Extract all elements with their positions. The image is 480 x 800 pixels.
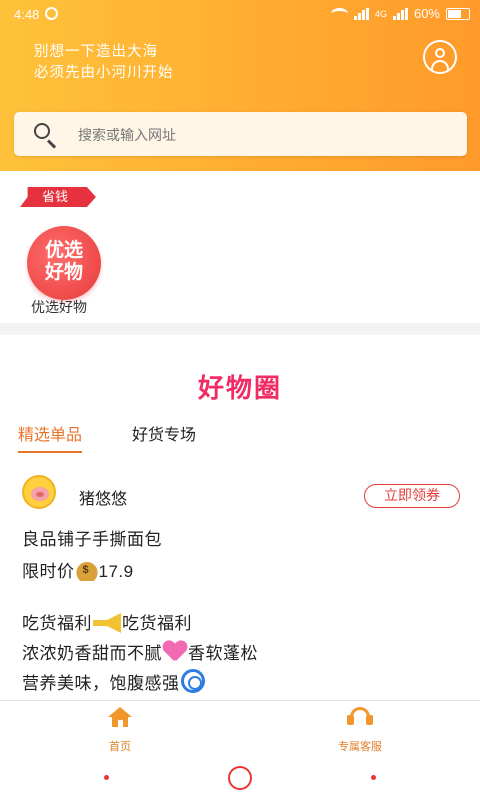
youxuan-label[interactable]: 优选好物 bbox=[31, 297, 87, 317]
post-desc-3: 营养美味，饱腹感强 bbox=[22, 669, 206, 694]
status-indicators: 4G 60% bbox=[330, 6, 470, 21]
tab-featured[interactable]: 精选单品 bbox=[18, 421, 83, 453]
save-tag: 省钱 bbox=[20, 187, 96, 207]
nav-home[interactable]: 首页 bbox=[60, 707, 180, 754]
battery-percent: 60% bbox=[413, 6, 440, 21]
nav-service-label: 专属客服 bbox=[338, 741, 382, 753]
slogan-line-1: 别想一下造出大海 bbox=[34, 44, 158, 60]
desc-2b: 香软蓬松 bbox=[188, 644, 258, 663]
heart-icon bbox=[163, 641, 187, 663]
network-type: 4G bbox=[374, 8, 387, 19]
tab-bar: 精选单品 好货专场 bbox=[0, 421, 480, 453]
header-banner: 4:48 4G 60% 别想一下造出大海 必须先由小河川开始 搜索或输入网址 bbox=[0, 0, 480, 171]
money-bag-icon bbox=[75, 557, 98, 581]
search-icon bbox=[34, 123, 57, 149]
back-button[interactable] bbox=[104, 775, 109, 780]
alarm-icon bbox=[45, 7, 58, 20]
post-username[interactable]: 猪悠悠 bbox=[79, 485, 127, 509]
status-time: 4:48 bbox=[14, 7, 40, 22]
nav-service[interactable]: 专属客服 bbox=[300, 707, 420, 754]
battery-icon bbox=[446, 7, 470, 20]
youxuan-badge-line-1: 优选 bbox=[44, 240, 83, 261]
system-nav-bar bbox=[0, 756, 480, 800]
desc-3: 营养美味，饱腹感强 bbox=[22, 674, 180, 693]
bottom-nav: 首页 专属客服 bbox=[0, 700, 480, 756]
post-price-line: 限时价 17.9 bbox=[22, 557, 134, 582]
swirl-icon bbox=[180, 669, 205, 693]
price-value: 17.9 bbox=[98, 562, 134, 581]
youxuan-button[interactable]: 优选 好物 bbox=[27, 226, 101, 300]
nav-home-label: 首页 bbox=[109, 741, 131, 753]
post-desc-1: 吃货福利 吃货福利 bbox=[22, 609, 192, 634]
slogan: 别想一下造出大海 必须先由小河川开始 bbox=[34, 42, 174, 84]
price-label: 限时价 bbox=[22, 562, 75, 581]
post-desc-2: 浓浓奶香甜而不腻 香软蓬松 bbox=[22, 639, 258, 664]
status-bar: 4:48 4G 60% bbox=[0, 0, 480, 28]
save-section: 省钱 优选 好物 优选好物 bbox=[0, 171, 480, 323]
search-input[interactable]: 搜索或输入网址 bbox=[14, 112, 467, 156]
recents-button[interactable] bbox=[371, 775, 376, 780]
slogan-line-2: 必须先由小河川开始 bbox=[34, 65, 174, 81]
youxuan-badge-line-2: 好物 bbox=[44, 262, 83, 283]
post-product-name: 良品铺子手撕面包 bbox=[22, 530, 162, 549]
avatar[interactable] bbox=[22, 475, 56, 509]
good-things-circle: 好物圈 精选单品 好货专场 猪悠悠 立即领券 良品铺子手撕面包 限时价17.9 … bbox=[0, 335, 480, 700]
tab-special[interactable]: 好货专场 bbox=[132, 421, 196, 445]
signal-icon-2 bbox=[392, 7, 408, 20]
search-placeholder: 搜索或输入网址 bbox=[78, 127, 176, 143]
desc-2a: 浓浓奶香甜而不腻 bbox=[22, 644, 162, 663]
wifi-icon bbox=[330, 7, 348, 20]
claim-coupon-button[interactable]: 立即领券 bbox=[364, 484, 460, 508]
desc-1a: 吃货福利 bbox=[22, 614, 92, 633]
signal-icon bbox=[353, 7, 369, 20]
home-button[interactable] bbox=[228, 766, 252, 790]
user-icon[interactable] bbox=[423, 40, 457, 74]
page-title: 好物圈 bbox=[197, 373, 282, 403]
desc-1b: 吃货福利 bbox=[122, 614, 192, 633]
headset-icon bbox=[346, 707, 374, 727]
home-icon bbox=[108, 707, 132, 727]
megaphone-icon bbox=[93, 613, 121, 633]
